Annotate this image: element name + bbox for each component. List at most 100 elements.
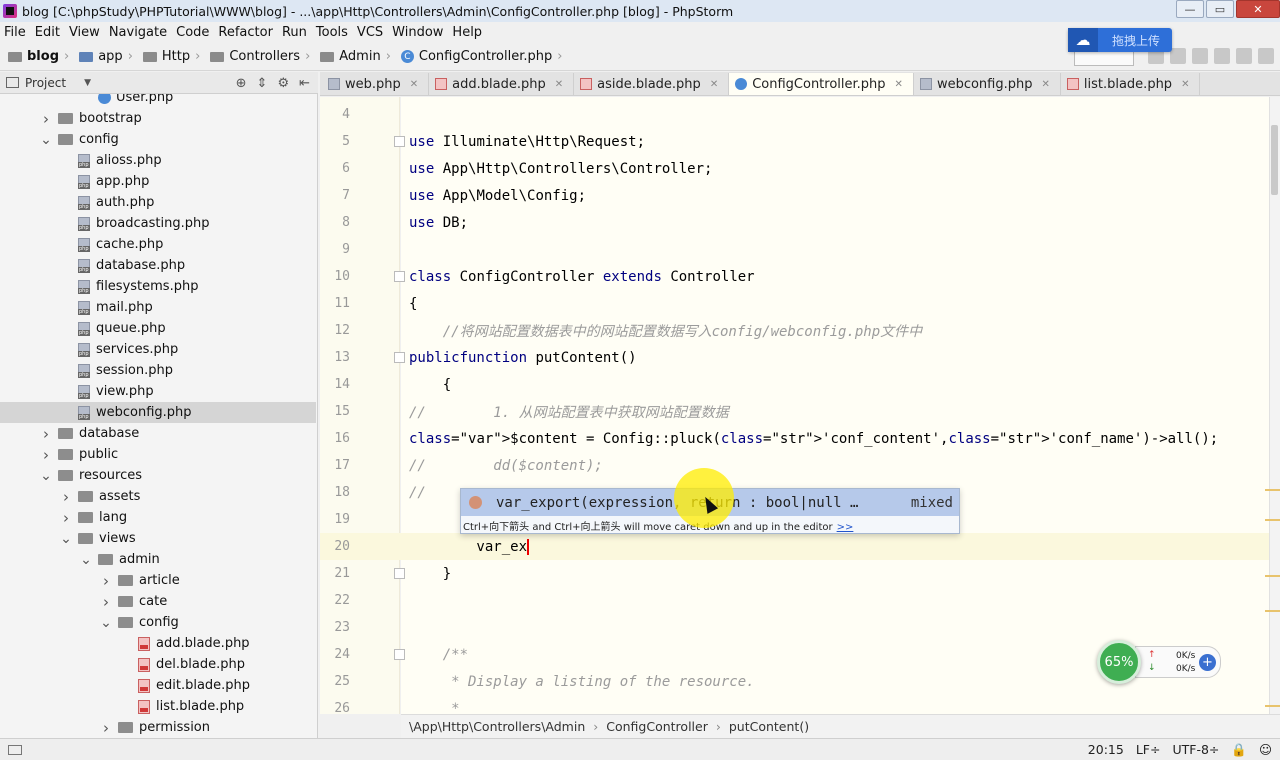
menu-refactor[interactable]: Refactor <box>218 25 273 40</box>
menu-navigate[interactable]: Navigate <box>109 25 167 40</box>
fold-marker-icon[interactable] <box>394 271 405 282</box>
stop-icon[interactable] <box>1236 48 1252 64</box>
fold-marker-icon[interactable] <box>394 568 405 579</box>
menu-file[interactable]: File <box>4 25 26 40</box>
tree-item[interactable]: app.php <box>0 171 316 192</box>
tree-item[interactable]: queue.php <box>0 318 316 339</box>
chevron-down-icon[interactable]: ⌄ <box>80 552 92 568</box>
chevron-down-icon[interactable]: ⌄ <box>100 615 112 631</box>
error-stripe-marker[interactable] <box>1265 610 1280 612</box>
tree-item[interactable]: ⌄ admin <box>0 549 316 570</box>
tab-add-blade-php[interactable]: add.blade.php ✕ <box>429 73 575 95</box>
nav-crumb-http[interactable]: Http › <box>142 49 206 64</box>
tree-item[interactable]: services.php <box>0 339 316 360</box>
maximize-button[interactable]: ▭ <box>1206 0 1234 18</box>
breadcrumb-method[interactable]: putContent() <box>729 719 809 734</box>
upload-widget[interactable]: ☁ 拖拽上传 <box>1068 28 1172 52</box>
close-icon[interactable]: ✕ <box>1181 79 1189 90</box>
tree-item[interactable]: del.blade.php <box>0 654 316 675</box>
tree-item[interactable]: edit.blade.php <box>0 675 316 696</box>
fold-marker-icon[interactable] <box>394 136 405 147</box>
tree-item[interactable]: ⌄ resources <box>0 465 316 486</box>
chevron-down-icon[interactable]: ▼ <box>84 78 91 88</box>
tree-item[interactable]: auth.php <box>0 192 316 213</box>
chevron-right-icon[interactable]: › <box>60 488 72 506</box>
nav-crumb-file[interactable]: C ConfigController.php › <box>400 49 569 64</box>
close-icon[interactable]: ✕ <box>895 79 903 90</box>
close-icon[interactable]: ✕ <box>1041 79 1049 90</box>
chevron-down-icon[interactable]: ⌄ <box>40 132 52 148</box>
scrollbar-thumb[interactable] <box>1271 125 1278 195</box>
lock-icon[interactable]: 🔒 <box>1231 742 1247 758</box>
menu-vcs[interactable]: VCS <box>357 25 383 40</box>
tab-list-blade-php[interactable]: list.blade.php ✕ <box>1060 73 1201 95</box>
tree-item[interactable]: › article <box>0 570 316 591</box>
tree-item[interactable]: list.blade.php <box>0 696 316 717</box>
tab-web-php[interactable]: web.php ✕ <box>322 73 430 95</box>
close-icon[interactable]: ✕ <box>410 79 418 90</box>
tree-item[interactable]: filesystems.php <box>0 276 316 297</box>
project-view-select[interactable]: Project <box>25 76 66 90</box>
search-everywhere-icon[interactable] <box>1258 48 1274 64</box>
network-speed-widget[interactable]: ↑ 0K/s ↓ 0K/s + 65% <box>1097 640 1221 684</box>
tab-configcontroller-php[interactable]: ConfigController.php ✕ <box>729 73 914 95</box>
completion-more-link[interactable]: >> <box>837 522 854 533</box>
tab-aside-blade-php[interactable]: aside.blade.php ✕ <box>574 73 730 95</box>
collapse-all-icon[interactable]: ⇕ <box>257 76 268 91</box>
menu-run[interactable]: Run <box>282 25 307 40</box>
breadcrumb-class[interactable]: ConfigController <box>606 719 708 734</box>
tree-item[interactable]: view.php <box>0 381 316 402</box>
chevron-right-icon[interactable]: › <box>60 509 72 527</box>
tree-item[interactable]: › database <box>0 423 316 444</box>
file-encoding[interactable]: UTF-8÷ <box>1172 742 1219 757</box>
tree-item[interactable]: ⌄ views <box>0 528 316 549</box>
coverage-icon[interactable] <box>1192 48 1208 64</box>
tree-item[interactable]: User.php <box>0 94 316 108</box>
tab-webconfig-php[interactable]: webconfig.php ✕ <box>913 73 1061 95</box>
chevron-right-icon[interactable]: › <box>40 446 52 464</box>
nav-crumb-blog[interactable]: blog › <box>8 49 75 64</box>
tree-item[interactable]: › lang <box>0 507 316 528</box>
nav-crumb-admin[interactable]: Admin › <box>320 49 397 64</box>
nav-crumb-app[interactable]: app › <box>79 49 139 64</box>
chevron-down-icon[interactable]: ⌄ <box>40 468 52 484</box>
tree-item[interactable]: broadcasting.php <box>0 213 316 234</box>
close-icon[interactable]: ✕ <box>710 79 718 90</box>
tree-item[interactable]: mail.php <box>0 297 316 318</box>
tree-item[interactable]: ⌄ config <box>0 612 316 633</box>
sync-icon[interactable] <box>1214 48 1230 64</box>
tree-item[interactable]: add.blade.php <box>0 633 316 654</box>
tree-item[interactable]: ⌄ config <box>0 129 316 150</box>
plus-icon[interactable]: + <box>1199 654 1216 671</box>
tree-item[interactable]: database.php <box>0 255 316 276</box>
chevron-right-icon[interactable]: › <box>40 425 52 443</box>
error-stripe-marker[interactable] <box>1265 575 1280 577</box>
caret-position[interactable]: 20:15 <box>1088 742 1124 757</box>
tree-item[interactable]: › public <box>0 444 316 465</box>
tree-item[interactable]: webconfig.php <box>0 402 316 423</box>
gear-icon[interactable]: ⚙ <box>277 76 289 91</box>
tree-item[interactable]: session.php <box>0 360 316 381</box>
close-button[interactable]: ✕ <box>1236 0 1280 18</box>
chevron-down-icon[interactable]: ⌄ <box>60 531 72 547</box>
inspector-icon[interactable]: ☺ <box>1259 742 1272 757</box>
tree-item[interactable]: › cate <box>0 591 316 612</box>
close-icon[interactable]: ✕ <box>555 79 563 90</box>
nav-crumb-controllers[interactable]: Controllers › <box>210 49 316 64</box>
minimize-button[interactable]: — <box>1176 0 1204 18</box>
fold-marker-icon[interactable] <box>394 649 405 660</box>
error-stripe-marker[interactable] <box>1265 519 1280 521</box>
chevron-right-icon[interactable]: › <box>100 593 112 611</box>
menu-view[interactable]: View <box>69 25 100 40</box>
debug-icon[interactable] <box>1170 48 1186 64</box>
error-stripe-marker[interactable] <box>1265 705 1280 707</box>
chevron-right-icon[interactable]: › <box>100 719 112 737</box>
tree-item[interactable]: › bootstrap <box>0 108 316 129</box>
menu-edit[interactable]: Edit <box>35 25 60 40</box>
locate-icon[interactable]: ⊕ <box>236 76 247 91</box>
hide-icon[interactable]: ⇤ <box>299 76 310 91</box>
tool-windows-icon[interactable] <box>8 744 22 755</box>
menu-window[interactable]: Window <box>392 25 443 40</box>
tree-item[interactable]: alioss.php <box>0 150 316 171</box>
menu-help[interactable]: Help <box>452 25 482 40</box>
